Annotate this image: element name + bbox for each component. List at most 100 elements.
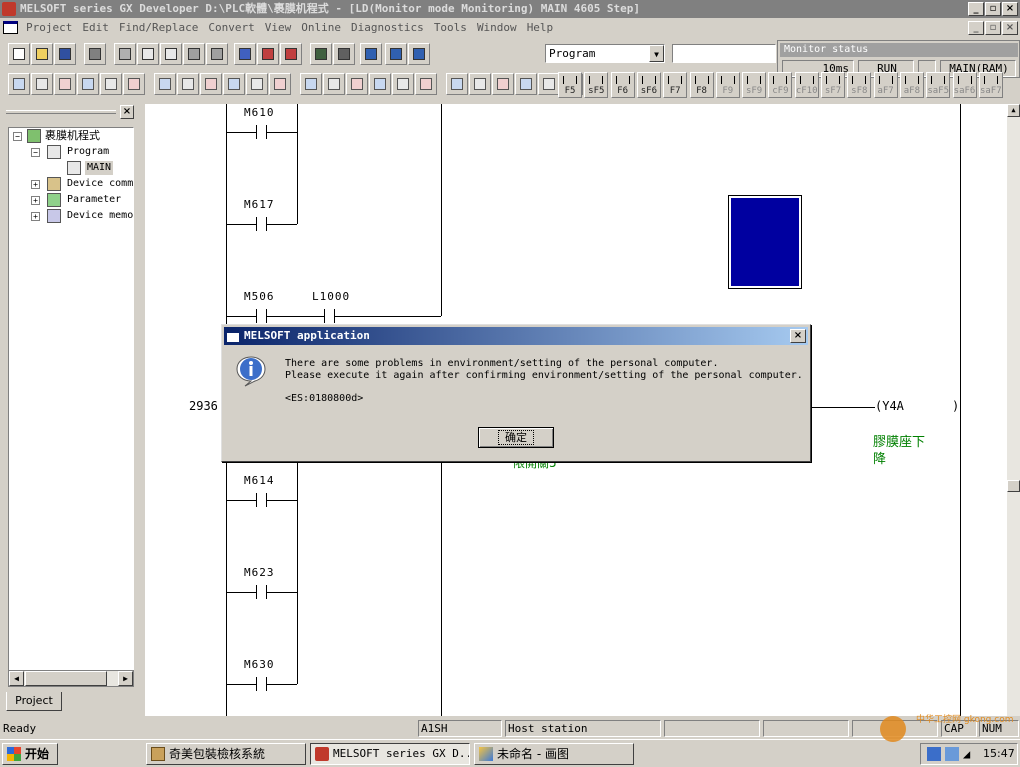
cross-ref-icon[interactable]: [280, 43, 302, 65]
menu-view[interactable]: View: [265, 21, 292, 34]
fkey-saf6-button[interactable]: saF6: [952, 72, 977, 98]
dialog-close-button[interactable]: ×: [790, 329, 806, 343]
child-restore-button[interactable]: ▫: [985, 21, 1001, 35]
menu-edit[interactable]: Edit: [82, 21, 109, 34]
fkey-sf7-button[interactable]: sF7: [821, 72, 845, 98]
open-folder-icon[interactable]: [31, 43, 53, 65]
chevron-down-icon[interactable]: ▼: [649, 45, 664, 62]
device-search-input[interactable]: [672, 44, 776, 63]
ladder-tool-icon[interactable]: [369, 73, 391, 95]
read-icon[interactable]: [385, 43, 407, 65]
undo-icon[interactable]: [183, 43, 205, 65]
menu-online[interactable]: Online: [301, 21, 341, 34]
child-minimize-button[interactable]: _: [968, 21, 984, 35]
fkey-sf8-button[interactable]: sF8: [847, 72, 872, 98]
save-icon[interactable]: [54, 43, 76, 65]
task-button[interactable]: 奇美包裝檢核系統: [146, 743, 306, 765]
fkey-cf10-button[interactable]: cF10: [794, 72, 819, 98]
ladder-tool-icon[interactable]: [392, 73, 414, 95]
panel-grip[interactable]: [6, 110, 116, 114]
ladder-tool-icon[interactable]: [446, 73, 468, 95]
task-button[interactable]: 未命名 - 画图: [474, 743, 634, 765]
ladder-tool-icon[interactable]: [54, 73, 76, 95]
scroll-up-icon[interactable]: ▲: [1007, 104, 1020, 117]
ladder-tool-icon[interactable]: [269, 73, 291, 95]
menu-diagnostics[interactable]: Diagnostics: [351, 21, 424, 34]
ladder-tool-icon[interactable]: [323, 73, 345, 95]
fkey-f8-button[interactable]: F8: [689, 72, 714, 98]
menu-project[interactable]: Project: [26, 21, 72, 34]
redo-icon[interactable]: [206, 43, 228, 65]
ladder-tool-icon[interactable]: [154, 73, 176, 95]
ladder-tool-icon[interactable]: [100, 73, 122, 95]
minimize-button[interactable]: _: [968, 2, 984, 16]
ladder-tool-icon[interactable]: [538, 73, 560, 95]
fkey-saf7-button[interactable]: saF7: [978, 72, 1003, 98]
ladder-tool-icon[interactable]: [77, 73, 99, 95]
restore-button[interactable]: ▫: [985, 2, 1001, 16]
task-button-active[interactable]: MELSOFT series GX D...: [310, 743, 470, 765]
ladder-tool-icon[interactable]: [31, 73, 53, 95]
ladder-tool-icon[interactable]: [346, 73, 368, 95]
window-titlebar[interactable]: MELSOFT series GX Developer D:\PLC軟體\裹膜机…: [0, 0, 1020, 18]
tree-horizontal-scrollbar[interactable]: ◀ ▶: [8, 670, 134, 687]
fkey-f5-button[interactable]: F5: [558, 72, 582, 98]
ladder-tool-icon[interactable]: [177, 73, 199, 95]
tree-item-main[interactable]: MAIN: [85, 161, 114, 175]
menu-tools[interactable]: Tools: [434, 21, 467, 34]
tree-item-program[interactable]: Program: [67, 145, 109, 159]
scroll-right-icon[interactable]: ▶: [118, 671, 133, 686]
scroll-thumb[interactable]: [25, 671, 107, 686]
list-icon[interactable]: [310, 43, 332, 65]
scroll-left-icon[interactable]: ◀: [9, 671, 24, 686]
tree-root[interactable]: 裹膜机程式: [45, 129, 100, 143]
tree-collapse-icon[interactable]: −: [31, 148, 40, 157]
ladder-tool-icon[interactable]: [415, 73, 437, 95]
fkey-sf9-button[interactable]: sF9: [742, 72, 767, 98]
print-icon[interactable]: [84, 43, 106, 65]
tree-item-device-memory[interactable]: Device memo: [67, 209, 133, 223]
tree-expand-icon[interactable]: +: [31, 212, 40, 221]
panel-close-button[interactable]: ×: [120, 105, 134, 119]
fkey-f7-button[interactable]: F7: [663, 72, 688, 98]
program-combo[interactable]: Program ▼: [545, 44, 665, 63]
tray-app-icon[interactable]: [945, 747, 959, 761]
ok-button[interactable]: 确定: [478, 427, 554, 448]
ladder-tool-icon[interactable]: [200, 73, 222, 95]
ladder-tool-icon[interactable]: [246, 73, 268, 95]
ladder-vertical-scrollbar[interactable]: ▲: [1007, 104, 1020, 716]
fkey-af8-button[interactable]: aF8: [899, 72, 924, 98]
fkey-f9-button[interactable]: F9: [715, 72, 740, 98]
compile-icon[interactable]: [333, 43, 355, 65]
find-device-icon[interactable]: [234, 43, 256, 65]
network-icon[interactable]: [927, 747, 941, 761]
find-contact-icon[interactable]: [257, 43, 279, 65]
menu-window[interactable]: Window: [477, 21, 517, 34]
fkey-saf5-button[interactable]: saF5: [926, 72, 951, 98]
tab-project[interactable]: Project: [6, 692, 62, 711]
new-file-icon[interactable]: [8, 43, 30, 65]
start-button[interactable]: 开始: [2, 743, 58, 765]
fkey-af7-button[interactable]: aF7: [873, 72, 898, 98]
ladder-tool-icon[interactable]: [300, 73, 322, 95]
menu-findreplace[interactable]: Find/Replace: [119, 21, 198, 34]
menu-convert[interactable]: Convert: [208, 21, 254, 34]
copy-icon[interactable]: [137, 43, 159, 65]
document-icon[interactable]: [3, 21, 18, 34]
coil-Y4A[interactable]: (Y4A: [875, 399, 904, 413]
tree-expand-icon[interactable]: +: [31, 180, 40, 189]
ladder-tool-icon[interactable]: [8, 73, 30, 95]
menu-help[interactable]: Help: [527, 21, 554, 34]
write-icon[interactable]: [408, 43, 430, 65]
ladder-tool-icon[interactable]: [492, 73, 514, 95]
paste-icon[interactable]: [160, 43, 182, 65]
fkey-f6-button[interactable]: F6: [610, 72, 635, 98]
child-close-button[interactable]: ×: [1002, 21, 1018, 35]
fkey-sf5-button[interactable]: sF5: [584, 72, 609, 98]
tree-item-parameter[interactable]: Parameter: [67, 193, 121, 207]
fkey-cf9-button[interactable]: cF9: [768, 72, 793, 98]
volume-icon[interactable]: ◢: [963, 747, 977, 761]
ladder-tool-icon[interactable]: [469, 73, 491, 95]
ladder-tool-icon[interactable]: [223, 73, 245, 95]
dialog-titlebar[interactable]: MELSOFT application ×: [224, 327, 808, 345]
